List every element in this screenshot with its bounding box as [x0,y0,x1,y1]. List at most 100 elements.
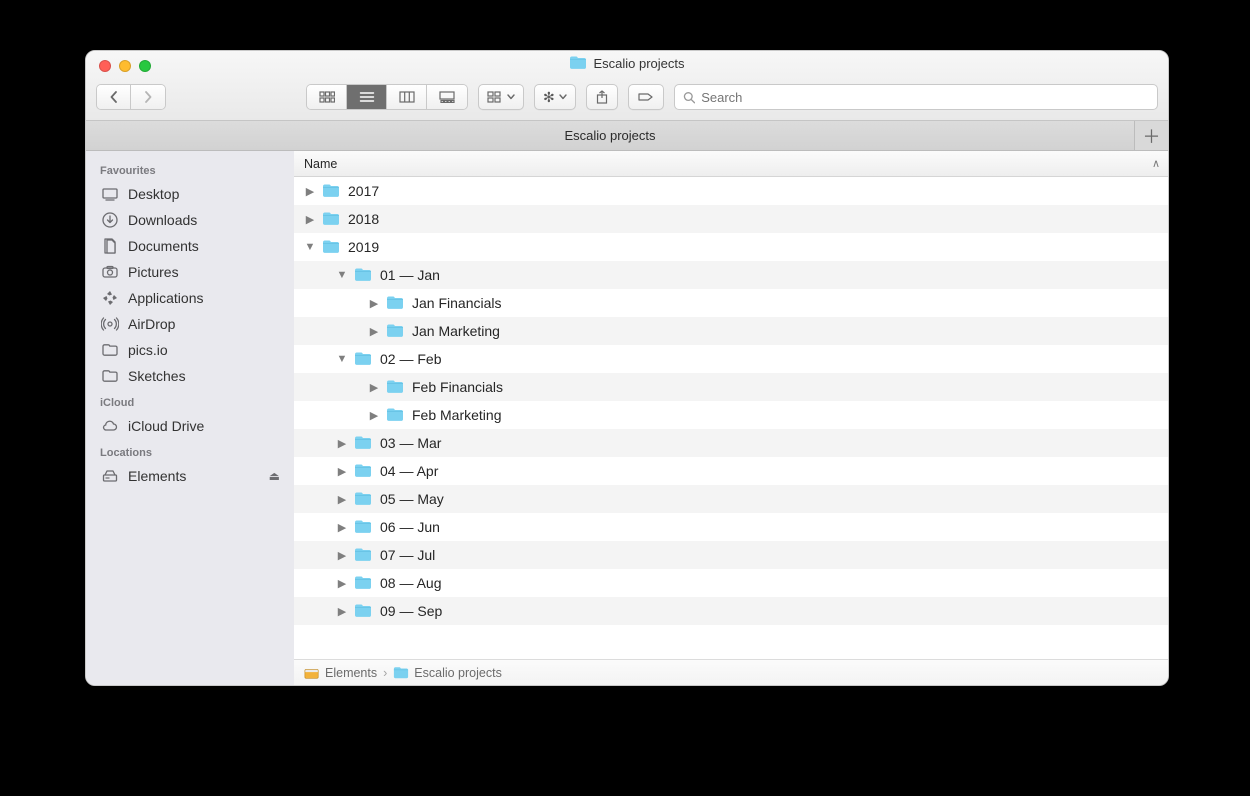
disclosure-closed-icon[interactable]: ▶ [336,465,348,478]
search-field[interactable] [674,84,1158,110]
file-row[interactable]: ▶Feb Marketing [294,401,1168,429]
search-input[interactable] [701,90,1149,105]
file-row[interactable]: ▶ Feb Financials [294,373,1168,401]
disclosure-closed-icon[interactable]: ▶ [368,381,380,394]
column-name-header[interactable]: Name [304,157,1152,171]
sidebar-item-label: Elements [128,468,186,484]
file-row[interactable]: ▼ 2019 [294,233,1168,261]
column-header[interactable]: Name ∧ [294,151,1168,177]
view-icons-button[interactable] [307,85,347,109]
view-columns-button[interactable] [387,85,427,109]
view-list-button[interactable] [347,85,387,109]
file-row[interactable]: ▶04 — Apr [294,457,1168,485]
file-row[interactable]: ▼02 — Feb [294,345,1168,373]
file-label: 08 — Aug [380,575,442,591]
sidebar-item-label: Downloads [128,212,197,228]
file-row[interactable]: ▶09 — Sep [294,597,1168,625]
folder-icon [354,462,374,480]
file-label: 06 — Jun [380,519,440,535]
file-row[interactable]: ▶ Jan Marketing [294,317,1168,345]
folder-icon [354,518,374,536]
cloud-icon [100,417,120,435]
file-row[interactable]: ▶ 2018 [294,205,1168,233]
file-label: 07 — Jul [380,547,435,563]
sidebar-heading: Favourites [86,157,294,181]
file-label: 2018 [348,211,379,227]
folder-icon [386,406,406,424]
new-tab-button[interactable]: ＋ [1134,121,1168,150]
tags-button[interactable] [628,84,664,110]
file-list[interactable]: ▶2017▶2018▼2019▼01 — Jan▶Jan Financials▶… [294,177,1168,659]
disclosure-closed-icon[interactable]: ▶ [368,297,380,310]
download-icon [100,211,120,229]
disclosure-closed-icon[interactable]: ▶ [336,549,348,562]
disclosure-closed-icon[interactable]: ▶ [336,605,348,618]
path-segment[interactable]: Elements [304,665,377,681]
sort-up-icon[interactable]: ∧ [1152,157,1160,170]
sidebar-item-applications[interactable]: Applications [86,285,294,311]
path-segment[interactable]: Escalio projects [393,665,502,681]
file-row[interactable]: ▶ 03 — Mar [294,429,1168,457]
disclosure-closed-icon[interactable]: ▶ [304,185,316,198]
minimize-icon[interactable] [119,60,131,72]
disclosure-closed-icon[interactable]: ▶ [304,213,316,226]
disclosure-closed-icon[interactable]: ▶ [336,521,348,534]
eject-icon[interactable]: ⏏ [269,469,280,483]
gallery-icon [439,91,455,103]
sidebar-item-documents[interactable]: Documents [86,233,294,259]
close-icon[interactable] [99,60,111,72]
disclosure-closed-icon[interactable]: ▶ [336,577,348,590]
file-row[interactable]: ▶2017 [294,177,1168,205]
window-controls [96,57,1158,73]
file-label: 03 — Mar [380,435,441,451]
sidebar-item-elements[interactable]: Elements ⏏ [86,463,294,489]
sidebar-item-sketches[interactable]: Sketches [86,363,294,389]
sidebar-item-pics-io[interactable]: pics.io [86,337,294,363]
finder-window: Escalio projects [85,50,1169,686]
file-row[interactable]: ▶ 07 — Jul [294,541,1168,569]
folder-icon [386,378,406,396]
file-label: 2019 [348,239,379,255]
sidebar-item-label: Applications [128,290,204,306]
file-row[interactable]: ▶ 06 — Jun [294,513,1168,541]
disclosure-open-icon[interactable]: ▼ [336,353,348,365]
sidebar-item-icloud-drive[interactable]: iCloud Drive [86,413,294,439]
disclosure-closed-icon[interactable]: ▶ [336,493,348,506]
file-row[interactable]: ▶Jan Financials [294,289,1168,317]
sidebar-item-desktop[interactable]: Desktop [86,181,294,207]
tab-escalio-projects[interactable]: Escalio projects [86,121,1134,150]
view-gallery-button[interactable] [427,85,467,109]
chevron-right-icon [143,91,153,103]
group-by-button[interactable] [478,84,524,110]
forward-button[interactable] [131,85,165,109]
sidebar-item-airdrop[interactable]: AirDrop [86,311,294,337]
chevron-down-icon [507,94,515,100]
file-label: 05 — May [380,491,444,507]
maximize-icon[interactable] [139,60,151,72]
file-row[interactable]: ▶ 08 — Aug [294,569,1168,597]
grid-icon [319,91,335,103]
sidebar-item-label: pics.io [128,342,168,358]
share-button[interactable] [586,84,618,110]
back-button[interactable] [97,85,131,109]
sidebar-item-downloads[interactable]: Downloads [86,207,294,233]
disclosure-open-icon[interactable]: ▼ [336,269,348,281]
file-label: Feb Financials [412,379,503,395]
disclosure-closed-icon[interactable]: ▶ [368,409,380,422]
drive-icon [100,467,120,485]
disclosure-closed-icon[interactable]: ▶ [368,325,380,338]
disclosure-closed-icon[interactable]: ▶ [336,437,348,450]
folder-icon [322,182,342,200]
body-split: FavouritesDesktop Downloads DocumentsPictu… [86,151,1168,685]
folder-icon [354,546,374,564]
file-row[interactable]: ▶ 05 — May [294,485,1168,513]
path-label: Escalio projects [414,666,502,680]
disclosure-open-icon[interactable]: ▼ [304,241,316,253]
sidebar-item-pictures[interactable]: Pictures [86,259,294,285]
file-label: Jan Marketing [412,323,500,339]
file-row[interactable]: ▼01 — Jan [294,261,1168,289]
folder-icon [100,367,120,385]
folder-icon [354,490,374,508]
action-button[interactable]: ✻ [534,84,576,110]
sidebar-heading: iCloud [86,389,294,413]
